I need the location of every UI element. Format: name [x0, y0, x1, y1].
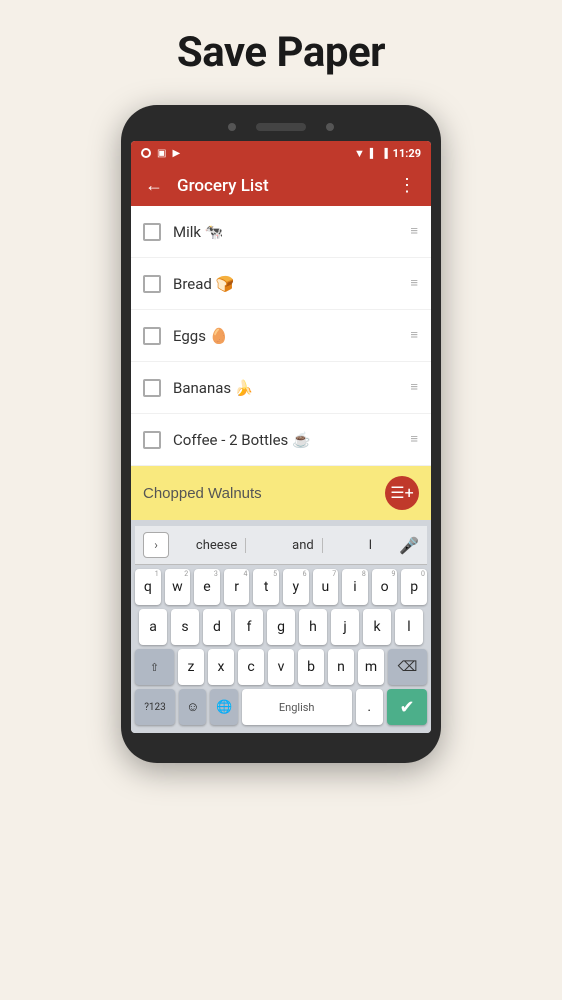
- phone-bottom: [131, 733, 431, 745]
- suggestions-list: cheese and I: [169, 538, 399, 553]
- status-right: ▼ ▌ ▐ 11:29: [354, 147, 421, 160]
- key-n[interactable]: n: [328, 649, 354, 685]
- item-checkbox-5[interactable]: [143, 431, 161, 449]
- enter-key[interactable]: ✔: [387, 689, 427, 725]
- drag-handle-1: ≡: [410, 225, 419, 238]
- key-v[interactable]: v: [268, 649, 294, 685]
- key-c[interactable]: c: [238, 649, 264, 685]
- item-text-1: Milk 🐄: [173, 223, 410, 241]
- key-o[interactable]: 9o: [372, 569, 398, 605]
- globe-key[interactable]: 🌐: [210, 689, 237, 725]
- emoji-key[interactable]: ☺: [179, 689, 206, 725]
- drag-handle-5: ≡: [410, 433, 419, 446]
- key-y[interactable]: 6y: [283, 569, 309, 605]
- status-bar: ▣ ▶ ▼ ▌ ▐ 11:29: [131, 141, 431, 165]
- item-text-5: Coffee - 2 Bottles ☕: [173, 431, 410, 449]
- phone-top-bar: [131, 117, 431, 141]
- app-bar: ← Grocery List ⋮: [131, 165, 431, 206]
- key-b[interactable]: b: [298, 649, 324, 685]
- key-h[interactable]: h: [299, 609, 327, 645]
- grocery-list: Milk 🐄 ≡ Bread 🍞 ≡ Eggs 🥚 ≡ Bananas 🍌 ≡: [131, 206, 431, 466]
- status-time: 11:29: [393, 147, 421, 160]
- item-text-3: Eggs 🥚: [173, 327, 410, 345]
- page-title: Save Paper: [177, 28, 385, 77]
- keyboard: › cheese and I 🎤 1q 2w 3e 4r 5t 6y 7u 8i…: [131, 520, 431, 733]
- keyboard-row-2: a s d f g h j k l: [135, 609, 427, 645]
- key-u[interactable]: 7u: [313, 569, 339, 605]
- key-w[interactable]: 2w: [165, 569, 191, 605]
- drag-handle-3: ≡: [410, 329, 419, 342]
- key-a[interactable]: a: [139, 609, 167, 645]
- signal-icon: [141, 148, 151, 158]
- drag-handle-2: ≡: [410, 277, 419, 290]
- wifi-icon: ▼: [354, 147, 365, 160]
- suggestion-2[interactable]: and: [284, 538, 323, 553]
- symbols-key[interactable]: ?123: [135, 689, 175, 725]
- key-e[interactable]: 3e: [194, 569, 220, 605]
- suggestion-1[interactable]: cheese: [188, 538, 246, 553]
- expand-suggestions-button[interactable]: ›: [143, 532, 169, 558]
- suggestion-3[interactable]: I: [361, 538, 381, 553]
- list-item: Milk 🐄 ≡: [131, 206, 431, 258]
- key-g[interactable]: g: [267, 609, 295, 645]
- item-checkbox-3[interactable]: [143, 327, 161, 345]
- battery-icon: ▐: [381, 148, 387, 159]
- item-checkbox-1[interactable]: [143, 223, 161, 241]
- drag-handle-4: ≡: [410, 381, 419, 394]
- keyboard-suggestions-bar: › cheese and I 🎤: [135, 526, 427, 565]
- space-key[interactable]: English: [242, 689, 352, 725]
- key-l[interactable]: l: [395, 609, 423, 645]
- list-item: Eggs 🥚 ≡: [131, 310, 431, 362]
- mic-icon[interactable]: 🎤: [399, 536, 419, 555]
- phone-frame: ▣ ▶ ▼ ▌ ▐ 11:29 ← Grocery List ⋮ Milk 🐄 …: [121, 105, 441, 763]
- more-options-button[interactable]: ⋮: [398, 175, 417, 196]
- screen: ▣ ▶ ▼ ▌ ▐ 11:29 ← Grocery List ⋮ Milk 🐄 …: [131, 141, 431, 733]
- delete-key[interactable]: ⌫: [388, 649, 427, 685]
- key-z[interactable]: z: [178, 649, 204, 685]
- new-item-input[interactable]: [143, 485, 385, 502]
- list-item: Bananas 🍌 ≡: [131, 362, 431, 414]
- key-i[interactable]: 8i: [342, 569, 368, 605]
- key-t[interactable]: 5t: [253, 569, 279, 605]
- add-item-button[interactable]: ☰+: [385, 476, 419, 510]
- item-checkbox-2[interactable]: [143, 275, 161, 293]
- key-j[interactable]: j: [331, 609, 359, 645]
- app-bar-title: Grocery List: [177, 176, 384, 196]
- key-s[interactable]: s: [171, 609, 199, 645]
- front-sensor: [326, 123, 334, 131]
- camera-dot: [228, 123, 236, 131]
- item-text-4: Bananas 🍌: [173, 379, 410, 397]
- key-p[interactable]: 0p: [401, 569, 427, 605]
- key-r[interactable]: 4r: [224, 569, 250, 605]
- play-icon: ▶: [172, 148, 180, 159]
- list-item: Bread 🍞 ≡: [131, 258, 431, 310]
- shift-key[interactable]: ⇧: [135, 649, 174, 685]
- item-checkbox-4[interactable]: [143, 379, 161, 397]
- back-button[interactable]: ←: [145, 175, 163, 196]
- period-key[interactable]: .: [356, 689, 383, 725]
- keyboard-row-1: 1q 2w 3e 4r 5t 6y 7u 8i 9o 0p: [135, 569, 427, 605]
- item-text-2: Bread 🍞: [173, 275, 410, 293]
- speaker-grill: [256, 123, 306, 131]
- key-q[interactable]: 1q: [135, 569, 161, 605]
- status-left-icons: ▣ ▶: [141, 148, 180, 159]
- signal-bars-icon: ▌: [370, 148, 376, 159]
- key-k[interactable]: k: [363, 609, 391, 645]
- add-icon: ☰+: [390, 485, 413, 501]
- key-x[interactable]: x: [208, 649, 234, 685]
- list-item: Coffee - 2 Bottles ☕ ≡: [131, 414, 431, 466]
- key-d[interactable]: d: [203, 609, 231, 645]
- key-f[interactable]: f: [235, 609, 263, 645]
- key-m[interactable]: m: [358, 649, 384, 685]
- new-item-input-row: ☰+: [131, 466, 431, 520]
- keyboard-row-4: ?123 ☺ 🌐 English . ✔: [135, 689, 427, 725]
- keyboard-row-3: ⇧ z x c v b n m ⌫: [135, 649, 427, 685]
- battery-small-icon: ▣: [157, 148, 166, 159]
